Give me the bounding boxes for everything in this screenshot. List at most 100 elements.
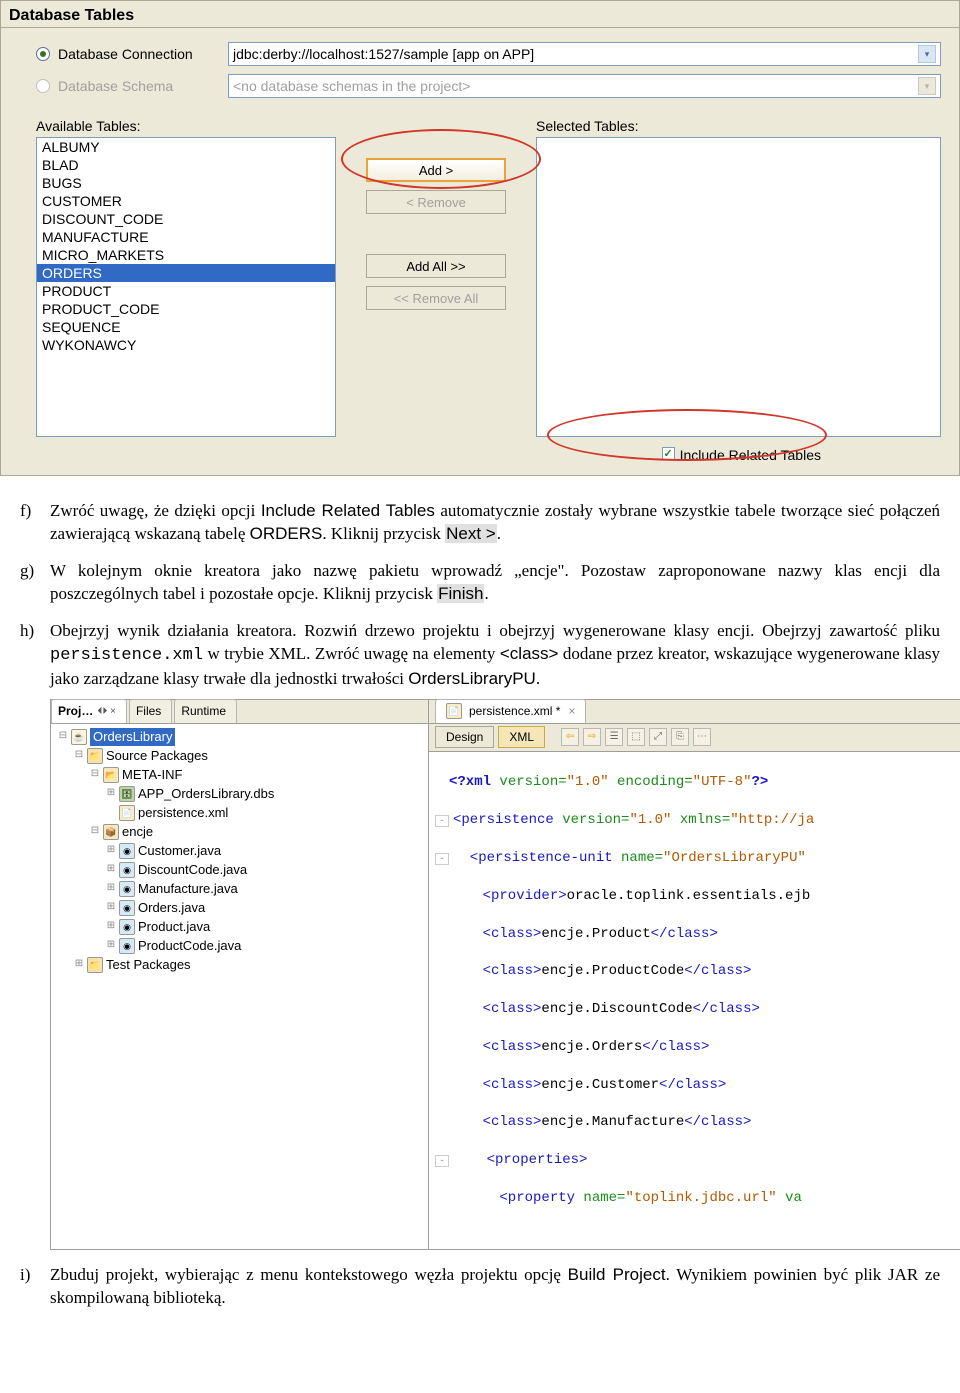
ide-left-tabs: Proj…⏴⏵ × Files Runtime <box>51 700 428 724</box>
radio-schema <box>36 79 50 93</box>
fold-icon[interactable]: - <box>435 815 449 827</box>
list-item[interactable]: DISCOUNT_CODE <box>37 210 335 228</box>
list-item[interactable]: MANUFACTURE <box>37 228 335 246</box>
nav-back-icon[interactable]: ⇦ <box>561 728 579 746</box>
marker-f: f) <box>20 500 50 546</box>
schema-label: Database Schema <box>58 78 228 94</box>
fold-icon[interactable]: - <box>435 1155 449 1167</box>
add-all-button[interactable]: Add All >> <box>366 254 506 278</box>
xml-icon: 📄 <box>446 703 462 719</box>
marker-i: i) <box>20 1264 50 1310</box>
item-h: h) Obejrzyj wynik działania kreatora. Ro… <box>20 620 940 691</box>
tree-node-project[interactable]: OrdersLibrary <box>90 728 175 746</box>
lists-area: Available Tables: ALBUMYBLADBUGSCUSTOMER… <box>1 104 959 443</box>
conn-value: jdbc:derby://localhost:1527/sample [app … <box>233 46 534 62</box>
list-item[interactable]: ALBUMY <box>37 138 335 156</box>
list-item[interactable]: MICRO_MARKETS <box>37 246 335 264</box>
tree-node[interactable]: Product.java <box>138 918 210 936</box>
java-icon: ◉ <box>119 881 135 897</box>
chevron-down-icon[interactable]: ▾ <box>918 45 936 63</box>
tree-node[interactable]: persistence.xml <box>138 804 228 822</box>
tool-icon[interactable]: ⎘ <box>671 728 689 746</box>
tool-icon[interactable]: ⬚ <box>627 728 645 746</box>
tool-icon[interactable]: ⤢ <box>649 728 667 746</box>
project-icon: ☕ <box>71 729 87 745</box>
tab-projects[interactable]: Proj…⏴⏵ × <box>51 699 127 722</box>
tree-node[interactable]: APP_OrdersLibrary.dbs <box>138 785 274 803</box>
package-icon: 📦 <box>103 824 119 840</box>
folder-icon: 📂 <box>103 767 119 783</box>
toggle-design[interactable]: Design <box>435 726 494 748</box>
package-icon: 📁 <box>87 957 103 973</box>
java-icon: ◉ <box>119 843 135 859</box>
conn-row: Database Connection jdbc:derby://localho… <box>1 40 959 72</box>
list-item[interactable]: BUGS <box>37 174 335 192</box>
tree-node[interactable]: Source Packages <box>106 747 208 765</box>
remove-button: < Remove <box>366 190 506 214</box>
marker-g: g) <box>20 560 50 606</box>
remove-all-button: << Remove All <box>366 286 506 310</box>
item-g: g) W kolejnym oknie kreatora jako nazwę … <box>20 560 940 606</box>
item-i: i) Zbuduj projekt, wybierając z menu kon… <box>20 1264 940 1310</box>
add-button[interactable]: Add > <box>366 158 506 182</box>
project-tree[interactable]: ⊟☕OrdersLibrary ⊟📁Source Packages ⊟📂META… <box>51 724 428 1249</box>
tree-node[interactable]: ProductCode.java <box>138 937 241 955</box>
divider <box>1 27 959 28</box>
tree-node[interactable]: Test Packages <box>106 956 191 974</box>
nav-fwd-icon[interactable]: ⇨ <box>583 728 601 746</box>
java-icon: ◉ <box>119 862 135 878</box>
tree-node[interactable]: Manufacture.java <box>138 880 238 898</box>
conn-combo[interactable]: jdbc:derby://localhost:1527/sample [app … <box>228 42 941 66</box>
editor-toolbar: Design XML ⇦ ⇨ ☰ ⬚ ⤢ ⎘ ⋯ <box>429 724 960 752</box>
tree-node[interactable]: DiscountCode.java <box>138 861 247 879</box>
schema-placeholder: <no database schemas in the project> <box>233 78 470 94</box>
list-item[interactable]: BLAD <box>37 156 335 174</box>
java-icon: ◉ <box>119 919 135 935</box>
selected-listbox[interactable] <box>536 137 941 437</box>
wizard-title: Database Tables <box>1 1 959 27</box>
ide-left-pane: Proj…⏴⏵ × Files Runtime ⊟☕OrdersLibrary … <box>51 700 429 1249</box>
list-item[interactable]: SEQUENCE <box>37 318 335 336</box>
editor-tabs: 📄persistence.xml *× <box>429 700 960 724</box>
include-checkbox[interactable]: ✓ <box>662 447 675 460</box>
tree-node[interactable]: META-INF <box>122 766 182 784</box>
chevron-down-icon: ▾ <box>918 77 936 95</box>
list-item[interactable]: WYKONAWCY <box>37 336 335 354</box>
schema-combo: <no database schemas in the project> ▾ <box>228 74 941 98</box>
fold-icon[interactable]: - <box>435 853 449 865</box>
xml-editor[interactable]: <?xml version="1.0" encoding="UTF-8"?> -… <box>429 752 960 1249</box>
conn-label: Database Connection <box>58 46 228 62</box>
package-icon: 📁 <box>87 748 103 764</box>
available-label: Available Tables: <box>36 118 336 134</box>
xml-icon: 📄 <box>119 805 135 821</box>
java-icon: ◉ <box>119 938 135 954</box>
wizard-panel: Database Tables Database Connection jdbc… <box>0 0 960 476</box>
include-row: ✓ Include Related Tables <box>1 443 839 475</box>
item-f: f) Zwróć uwagę, że dzięki opcji Include … <box>20 500 940 546</box>
tool-icon[interactable]: ☰ <box>605 728 623 746</box>
available-listbox[interactable]: ALBUMYBLADBUGSCUSTOMERDISCOUNT_CODEMANUF… <box>36 137 336 437</box>
list-item[interactable]: PRODUCT_CODE <box>37 300 335 318</box>
close-icon[interactable]: × <box>568 703 575 719</box>
toggle-xml[interactable]: XML <box>498 726 545 748</box>
tree-node[interactable]: encje <box>122 823 153 841</box>
list-item[interactable]: ORDERS <box>37 264 335 282</box>
radio-connection[interactable] <box>36 47 50 61</box>
list-item[interactable]: PRODUCT <box>37 282 335 300</box>
tab-runtime[interactable]: Runtime <box>174 699 237 722</box>
list-item[interactable]: CUSTOMER <box>37 192 335 210</box>
ide-panel: Proj…⏴⏵ × Files Runtime ⊟☕OrdersLibrary … <box>50 699 960 1250</box>
tool-icon[interactable]: ⋯ <box>693 728 711 746</box>
dbschema-icon: 🗄 <box>119 786 135 802</box>
selected-label: Selected Tables: <box>536 118 941 134</box>
editor-tab-persistence[interactable]: 📄persistence.xml *× <box>435 699 586 722</box>
schema-row: Database Schema <no database schemas in … <box>1 72 959 104</box>
tree-node[interactable]: Orders.java <box>138 899 205 917</box>
java-icon: ◉ <box>119 900 135 916</box>
include-label: Include Related Tables <box>680 447 821 463</box>
ide-right-pane: 📄persistence.xml *× Design XML ⇦ ⇨ ☰ ⬚ ⤢… <box>429 700 960 1249</box>
instruction-text: f) Zwróć uwagę, że dzięki opcji Include … <box>0 476 960 1340</box>
marker-h: h) <box>20 620 50 691</box>
tree-node[interactable]: Customer.java <box>138 842 221 860</box>
tab-files[interactable]: Files <box>129 699 172 722</box>
